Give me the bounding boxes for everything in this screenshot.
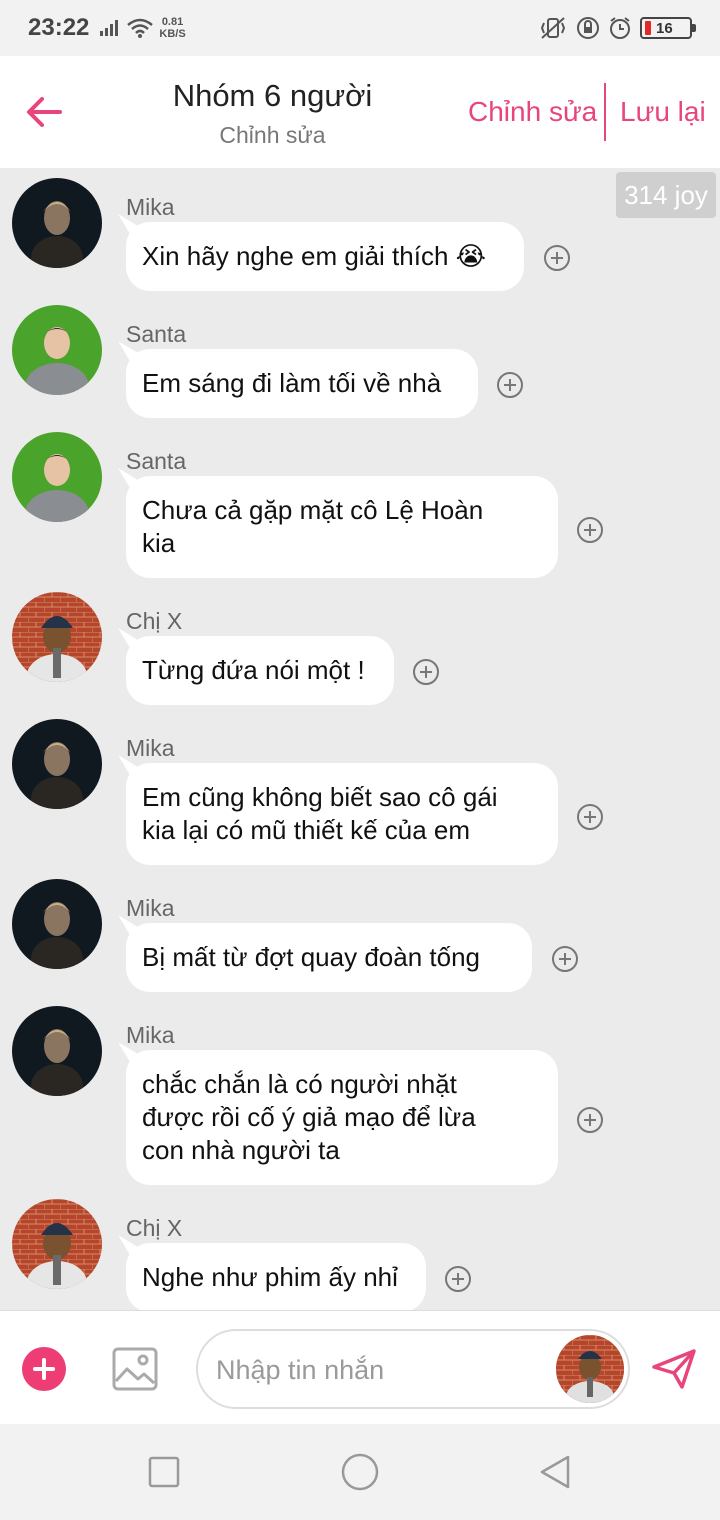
net-speed: 0.81 KB/S <box>159 16 186 40</box>
sender-name: Mika <box>126 735 175 761</box>
avatar[interactable] <box>12 432 102 522</box>
message-input-wrap <box>196 1329 630 1409</box>
home-icon[interactable] <box>340 1452 380 1492</box>
alarm-icon <box>610 17 630 39</box>
battery-icon: 16 <box>640 17 696 39</box>
joy-badge: 314 joy <box>616 172 716 218</box>
avatar[interactable] <box>12 1006 102 1096</box>
lock-rotation-icon <box>577 17 599 39</box>
group-subtitle: Chỉnh sửa <box>219 122 326 148</box>
divider <box>604 83 606 141</box>
vibrate-icon <box>540 17 566 39</box>
chat-list[interactable]: 314 joy Mika Xin hãy nghe em giải thích 😭… <box>0 168 720 1310</box>
avatar[interactable] <box>12 719 102 809</box>
send-icon[interactable] <box>650 1347 698 1391</box>
battery-level: 16 <box>656 19 673 37</box>
recents-icon[interactable] <box>146 1454 182 1490</box>
sender-name: Mika <box>126 1022 175 1048</box>
signal-icon <box>100 20 119 36</box>
plus-circle-icon[interactable] <box>576 516 604 544</box>
group-title: Nhóm 6 người <box>172 78 373 113</box>
plus-circle-icon[interactable] <box>543 244 571 272</box>
back-nav-icon[interactable] <box>538 1454 574 1490</box>
sender-name: Santa <box>126 321 187 347</box>
chat-header: Nhóm 6 người Chỉnh sửa Chỉnh sửa Lưu lại <box>0 56 720 168</box>
plus-circle-icon[interactable] <box>576 1106 604 1134</box>
avatar[interactable] <box>12 305 102 395</box>
status-bar: 23:22 0.81 KB/S 16 <box>0 0 720 56</box>
plus-circle-icon[interactable] <box>412 658 440 686</box>
sender-name: Chị X <box>126 1215 183 1241</box>
status-time: 23:22 <box>28 14 90 41</box>
message-bubble[interactable]: Bị mất từ đợt quay đoàn tống <box>126 923 532 992</box>
save-button[interactable]: Lưu lại <box>620 96 706 128</box>
avatar[interactable] <box>12 592 102 682</box>
avatar[interactable] <box>12 879 102 969</box>
plus-icon[interactable] <box>22 1347 66 1391</box>
message-bubble[interactable]: Xin hãy nghe em giải thích 😭 <box>126 222 524 291</box>
arrow-left-icon[interactable] <box>22 90 66 134</box>
plus-circle-icon[interactable] <box>444 1265 472 1293</box>
message-bubble[interactable]: Từng đứa nói một ! <box>126 636 394 705</box>
input-bar <box>0 1310 720 1424</box>
message-bubble[interactable]: Nghe như phim ấy nhỉ <box>126 1243 426 1310</box>
plus-circle-icon[interactable] <box>551 945 579 973</box>
plus-circle-icon[interactable] <box>496 371 524 399</box>
image-icon[interactable] <box>112 1347 158 1391</box>
edit-button[interactable]: Chỉnh sửa <box>468 96 597 128</box>
message-input[interactable] <box>216 1351 536 1389</box>
message-bubble[interactable]: Em cũng không biết sao cô gái kia lại có… <box>126 763 558 865</box>
avatar[interactable] <box>12 178 102 268</box>
message-bubble[interactable]: chắc chắn là có người nhặt được rồi cố ý… <box>126 1050 558 1185</box>
plus-circle-icon[interactable] <box>576 803 604 831</box>
sender-name: Chị X <box>126 608 183 634</box>
message-bubble[interactable]: Chưa cả gặp mặt cô Lệ Hoàn kia <box>126 476 558 578</box>
message-bubble[interactable]: Em sáng đi làm tối về nhà <box>126 349 478 418</box>
sender-name: Mika <box>126 895 175 921</box>
wifi-icon <box>127 18 154 38</box>
sender-name: Mika <box>126 194 175 220</box>
avatar[interactable] <box>556 1335 624 1403</box>
avatar[interactable] <box>12 1199 102 1289</box>
sender-name: Santa <box>126 448 187 474</box>
system-nav-bar <box>0 1424 720 1520</box>
